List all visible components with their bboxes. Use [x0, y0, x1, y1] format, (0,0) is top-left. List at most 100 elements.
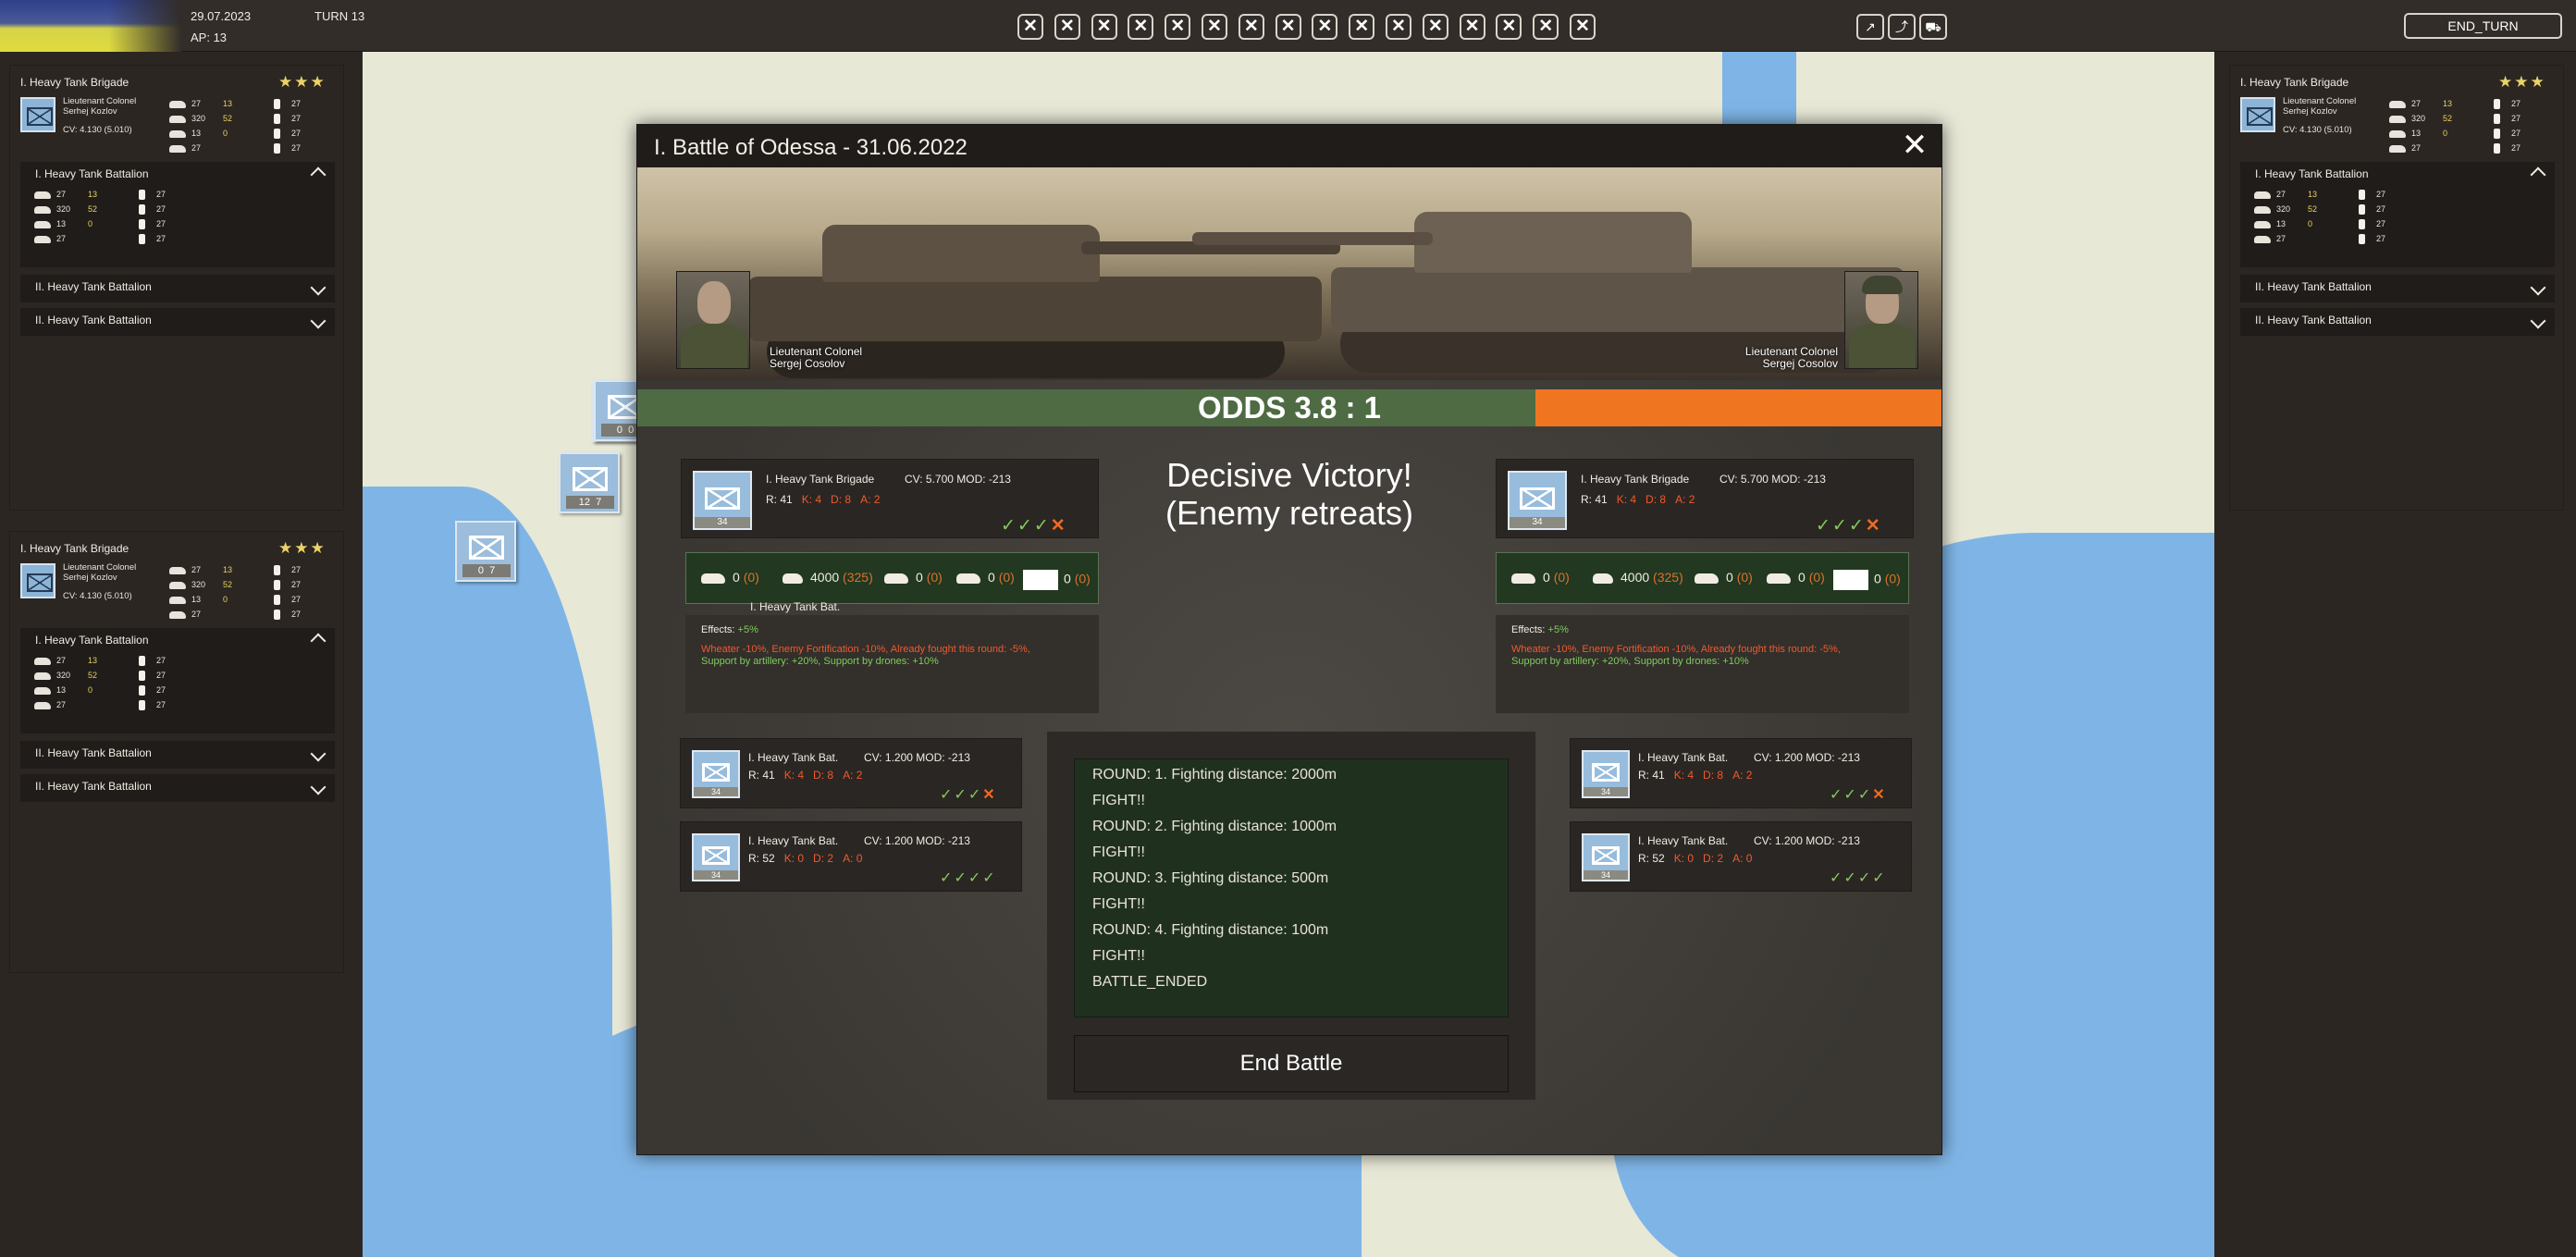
- equipment-icon: [2254, 191, 2271, 199]
- equipment-icon: [169, 596, 186, 604]
- supply-icon: [274, 129, 280, 140]
- stat-row: 27 13 27: [2254, 190, 2385, 201]
- battalion-cv: CV: 1.200 MOD: -213: [864, 751, 970, 764]
- left-brigade-panel-2[interactable]: I. Heavy Tank Brigade ★★★ Lieutenant Colon…: [9, 531, 344, 973]
- tank-icon: [1511, 573, 1535, 584]
- commander-rank: Lieutenant Colonel: [63, 96, 137, 106]
- battle-banner: Lieutenant Colonel Sergej Cosolov Lieute…: [637, 167, 1941, 380]
- map-filter-toggle[interactable]: ✕: [1312, 14, 1338, 40]
- artillery-strength: 0 (0): [956, 570, 1015, 585]
- infantry-strength: 4000 (325): [1593, 570, 1683, 585]
- map-filter-toggle[interactable]: ✕: [1054, 14, 1080, 40]
- battalion-expanded[interactable]: I. Heavy Tank Battalion 27 13 27 320 52 27 13 0…: [20, 628, 335, 733]
- battalion-collapsed[interactable]: II. Heavy Tank Battalion: [20, 741, 335, 769]
- map-filter-toggle[interactable]: ✕: [1533, 14, 1559, 40]
- equipment-icon: [34, 205, 51, 214]
- map-filter-toggle[interactable]: ✕: [1275, 14, 1301, 40]
- battalion-unit-icon: 34: [692, 750, 740, 798]
- combat-value: CV: 4.130 (5.010): [2283, 125, 2352, 135]
- battalion-title: I. Heavy Tank Battalion: [35, 634, 149, 647]
- map-filter-toggle[interactable]: ✕: [1202, 14, 1227, 40]
- battalion-collapsed[interactable]: II. Heavy Tank Battalion: [20, 308, 335, 336]
- top-bar: 29.07.2023 TURN 13 AP: 13 ↗ ⤴ ⛟ END_TURN…: [0, 0, 2576, 52]
- log-line: ROUND: 2. Fighting distance: 1000m: [1092, 819, 1337, 834]
- supply-icon: [274, 610, 280, 621]
- chevron-up-icon[interactable]: [311, 166, 324, 179]
- equipment-icon: [34, 220, 51, 228]
- supply-icon: [2494, 129, 2500, 140]
- brigade-unit-icon: 34: [693, 471, 752, 530]
- brigade-title: I. Heavy Tank Brigade: [2240, 76, 2349, 89]
- mode-button-attack[interactable]: ⤴: [1888, 14, 1916, 40]
- chevron-down-icon[interactable]: [311, 750, 324, 763]
- unit-counter[interactable]: 0 7: [455, 521, 516, 582]
- round-results: ✓✓✓✕: [940, 787, 997, 803]
- brigade-stats: R: 41 K: 4 D: 8 A: 2: [1581, 493, 1695, 506]
- battalion-expanded[interactable]: I. Heavy Tank Battalion 27 13 27 320 52 27 13 0…: [2240, 162, 2555, 267]
- stat-row: 13 0 27: [169, 129, 301, 140]
- chevron-down-icon[interactable]: [2531, 284, 2544, 297]
- equipment-icon: [2389, 129, 2406, 138]
- battalion-collapsed[interactable]: II. Heavy Tank Battalion: [2240, 308, 2555, 336]
- map-filter-toggle[interactable]: ✕: [1128, 14, 1154, 40]
- supply-icon: [139, 190, 145, 201]
- battalion-card[interactable]: 34 I. Heavy Tank Bat. CV: 1.200 MOD: -21…: [680, 821, 1022, 892]
- map-filter-toggle[interactable]: ✕: [1422, 14, 1448, 40]
- battalion-expanded[interactable]: I. Heavy Tank Battalion 27 13 27 320 52 27 13 0…: [20, 162, 335, 267]
- left-brigade-panel[interactable]: I. Heavy Tank Brigade ★★★ Lieutenant Colon…: [9, 65, 344, 511]
- map-filter-toggle[interactable]: ✕: [1570, 14, 1596, 40]
- map-filter-toggle[interactable]: ✕: [1165, 14, 1191, 40]
- right-brigade-card[interactable]: 34 I. Heavy Tank Brigade CV: 5.700 MOD: …: [1496, 459, 1914, 538]
- apc-icon: [1695, 573, 1719, 584]
- left-brigade-card[interactable]: 34 I. Heavy Tank Brigade CV: 5.700 MOD: …: [681, 459, 1099, 538]
- map-filter-toggle[interactable]: ✕: [1459, 14, 1485, 40]
- map-filter-toggle[interactable]: ✕: [1349, 14, 1375, 40]
- battalion-stats: R: 52 K: 0 D: 2 A: 0: [1638, 852, 1753, 865]
- mode-button-unit[interactable]: ⛟: [1919, 14, 1947, 40]
- chevron-up-icon[interactable]: [311, 632, 324, 645]
- supply-icon: [139, 685, 145, 696]
- battalion-collapsed[interactable]: II. Heavy Tank Battalion: [2240, 275, 2555, 302]
- chevron-up-icon[interactable]: [2531, 166, 2544, 179]
- chevron-down-icon[interactable]: [311, 317, 324, 330]
- battle-log: ROUND: 1. Fighting distance: 2000m FIGHT!…: [1074, 758, 1509, 1017]
- map-filter-toggle[interactable]: ✕: [1091, 14, 1117, 40]
- end-turn-button[interactable]: END_TURN: [2404, 13, 2562, 39]
- chevron-down-icon[interactable]: [311, 284, 324, 297]
- unit-counter[interactable]: 12 7: [559, 452, 620, 513]
- brigade-title: I. Heavy Tank Brigade: [20, 76, 129, 89]
- battalion-collapsed[interactable]: II. Heavy Tank Battalion: [20, 774, 335, 802]
- equipment-icon: [169, 566, 186, 574]
- supply-icon: [274, 99, 280, 110]
- other-strength: 0 (0): [1833, 570, 1901, 590]
- map-filter-toggle[interactable]: ✕: [1238, 14, 1264, 40]
- right-brigade-panel[interactable]: I. Heavy Tank Brigade ★★★ Lieutenant Colon…: [2229, 65, 2564, 511]
- right-commander-rank: Lieutenant Colonel: [1744, 345, 1838, 358]
- stat-row: 320 52 27: [2254, 204, 2385, 216]
- apc-icon: [884, 573, 908, 584]
- stat-row: 27 13 27: [169, 565, 301, 576]
- chevron-down-icon[interactable]: [2531, 317, 2544, 330]
- mode-button-move[interactable]: ↗: [1856, 14, 1884, 40]
- battalion-card[interactable]: 34 I. Heavy Tank Bat. CV: 1.200 MOD: -21…: [1570, 821, 1912, 892]
- supply-icon: [139, 671, 145, 682]
- left-strength-strip: 0 (0) 4000 (325) 0 (0) 0 (0) 0 (0): [685, 552, 1099, 604]
- battalion-name: I. Heavy Tank Bat.: [1638, 834, 1729, 847]
- battalion-stats: R: 41 K: 4 D: 8 A: 2: [748, 769, 863, 782]
- battalion-collapsed[interactable]: II. Heavy Tank Battalion: [20, 275, 335, 302]
- brigade-cv: CV: 5.700 MOD: -213: [1719, 473, 1826, 486]
- close-icon[interactable]: ✕: [1901, 129, 1929, 161]
- map-filter-toggle[interactable]: ✕: [1017, 14, 1043, 40]
- stat-row: 13 0 27: [2389, 129, 2521, 140]
- end-battle-button[interactable]: End Battle: [1074, 1035, 1509, 1092]
- map-filter-toggle[interactable]: ✕: [1386, 14, 1411, 40]
- chevron-down-icon[interactable]: [311, 783, 324, 796]
- map-filter-toggle[interactable]: ✕: [1496, 14, 1522, 40]
- infantry-icon: [783, 573, 803, 584]
- battalion-card[interactable]: 34 I. Heavy Tank Bat. CV: 1.200 MOD: -21…: [680, 738, 1022, 808]
- battalion-card[interactable]: 34 I. Heavy Tank Bat. CV: 1.200 MOD: -21…: [1570, 738, 1912, 808]
- left-commander-portrait: [676, 271, 750, 369]
- supply-icon: [2494, 99, 2500, 110]
- tank-icon: [701, 573, 725, 584]
- star-rating: ★★★: [278, 539, 327, 557]
